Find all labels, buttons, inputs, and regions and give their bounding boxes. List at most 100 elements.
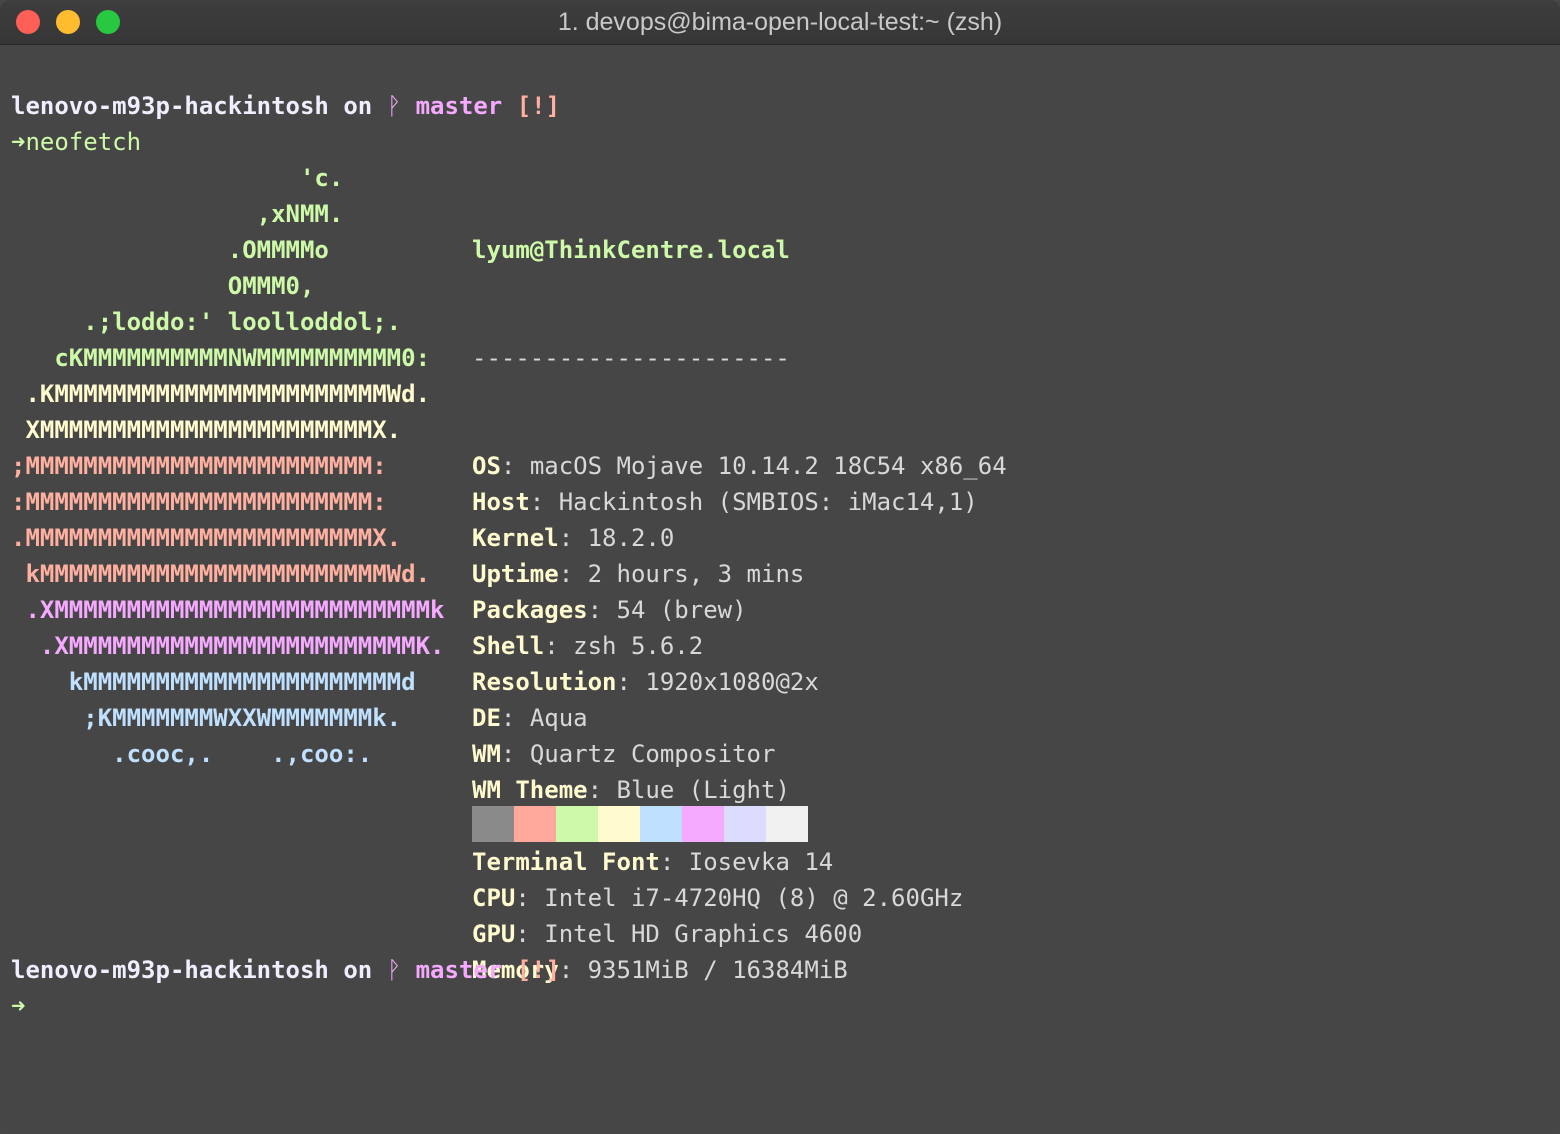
color-swatch bbox=[472, 806, 514, 842]
logo-line: :MMMMMMMMMMMMMMMMMMMMMMMM: bbox=[11, 488, 387, 516]
info-separator: : bbox=[558, 956, 588, 984]
prompt-header-2: lenovo-m93p-hackintosh on ᚹ master [!] bbox=[11, 952, 560, 988]
logo-line: kMMMMMMMMMMMMMMMMMMMMMMMMWd. bbox=[11, 560, 431, 588]
prompt-line-2: lenovo-m93p-hackintosh on ᚹ master [!] ➜ bbox=[11, 952, 560, 1024]
info-key: Resolution bbox=[472, 668, 617, 696]
window-title: 1. devops@bima-open-local-test:~ (zsh) bbox=[557, 8, 1003, 36]
info-row: WM Theme: Blue (Light) bbox=[472, 772, 1007, 808]
info-key: DE bbox=[472, 704, 501, 732]
info-userhost: lyum@ThinkCentre.local bbox=[472, 232, 1007, 268]
info-separator: : bbox=[544, 632, 574, 660]
command-line-2[interactable]: ➜ bbox=[11, 988, 560, 1024]
prompt-arrow-icon-2: ➜ bbox=[11, 992, 26, 1020]
color-swatch bbox=[724, 806, 766, 842]
info-value: Intel i7-4720HQ (8) @ 2.60GHz bbox=[544, 884, 964, 912]
info-separator: : bbox=[529, 488, 559, 516]
info-row: CPU: Intel i7-4720HQ (8) @ 2.60GHz bbox=[472, 880, 1007, 916]
prompt-header: lenovo-m93p-hackintosh on ᚹ master [!] bbox=[11, 88, 560, 124]
logo-line: .KMMMMMMMMMMMMMMMMMMMMMMMWd. bbox=[11, 380, 431, 408]
prompt-host: lenovo-m93p-hackintosh bbox=[11, 92, 329, 120]
logo-line: OMMM0, bbox=[11, 272, 315, 300]
terminal-window[interactable]: 1. devops@bima-open-local-test:~ (zsh) l… bbox=[0, 0, 1560, 1134]
info-separator: : bbox=[659, 848, 689, 876]
info-key: WM Theme bbox=[472, 776, 588, 804]
info-row: Host: Hackintosh (SMBIOS: iMac14,1) bbox=[472, 484, 1007, 520]
info-value: macOS Mojave 10.14.2 18C54 x86_64 bbox=[529, 452, 1007, 480]
info-key: GPU bbox=[472, 920, 516, 948]
info-row: Terminal Font: Iosevka 14 bbox=[472, 844, 1007, 880]
info-row: Resolution: 1920x1080@2x bbox=[472, 664, 1007, 700]
userhost-text: lyum@ThinkCentre.local bbox=[472, 236, 790, 264]
logo-line: .MMMMMMMMMMMMMMMMMMMMMMMMX. bbox=[11, 524, 402, 552]
info-separator: : bbox=[558, 560, 588, 588]
info-key: Shell bbox=[472, 632, 545, 660]
info-key: Uptime bbox=[472, 560, 559, 588]
info-key: WM bbox=[472, 740, 501, 768]
logo-line: .XMMMMMMMMMMMMMMMMMMMMMMMMMMk bbox=[11, 596, 445, 624]
info-separator: : bbox=[616, 668, 646, 696]
logo-line: ,xNMM. bbox=[11, 200, 344, 228]
info-value: zsh 5.6.2 bbox=[573, 632, 704, 660]
info-row: Uptime: 2 hours, 3 mins bbox=[472, 556, 1007, 592]
logo-line: .XMMMMMMMMMMMMMMMMMMMMMMMMK. bbox=[11, 632, 445, 660]
info-separator: : bbox=[500, 452, 530, 480]
info-value: 9351MiB / 16384MiB bbox=[587, 956, 848, 984]
info-row: WM: Quartz Compositor bbox=[472, 736, 1007, 772]
info-value: 54 (brew) bbox=[616, 596, 747, 624]
git-branch-icon-2: ᚹ bbox=[386, 956, 402, 984]
info-key: Packages bbox=[472, 596, 588, 624]
logo-line: cKMMMMMMMMMMNWMMMMMMMMMM0: bbox=[11, 344, 431, 372]
info-value: Blue (Light) bbox=[616, 776, 790, 804]
info-value: Intel HD Graphics 4600 bbox=[544, 920, 863, 948]
info-row: Packages: 54 (brew) bbox=[472, 592, 1007, 628]
info-key: OS bbox=[472, 452, 501, 480]
info-value: 18.2.0 bbox=[587, 524, 675, 552]
prompt-status: [!] bbox=[516, 92, 561, 120]
info-separator: : bbox=[515, 920, 545, 948]
info-separator: : bbox=[500, 704, 530, 732]
color-swatch bbox=[514, 806, 556, 842]
color-swatch bbox=[556, 806, 598, 842]
logo-line: ;KMMMMMMMWXXWMMMMMMMk. bbox=[11, 704, 402, 732]
prompt-arrow-icon: ➜ bbox=[11, 128, 26, 156]
info-value: Aqua bbox=[529, 704, 588, 732]
info-separator: : bbox=[587, 776, 617, 804]
color-palette bbox=[472, 806, 808, 842]
info-dashes: ---------------------- bbox=[472, 340, 1007, 376]
prompt-branch: master bbox=[415, 92, 503, 120]
prompt-on-2: on bbox=[343, 956, 373, 984]
prompt-status-2: [!] bbox=[516, 956, 561, 984]
info-separator: : bbox=[587, 596, 617, 624]
color-swatch bbox=[682, 806, 724, 842]
prompt-line-1: lenovo-m93p-hackintosh on ᚹ master [!] ➜… bbox=[11, 88, 560, 160]
info-row: DE: Aqua bbox=[472, 700, 1007, 736]
prompt-host-2: lenovo-m93p-hackintosh bbox=[11, 956, 329, 984]
info-key: Terminal Font bbox=[472, 848, 660, 876]
logo-line: ;MMMMMMMMMMMMMMMMMMMMMMMM: bbox=[11, 452, 387, 480]
dashes-text: ---------------------- bbox=[472, 344, 790, 372]
logo-line: .;loddo:' loolloddol;. bbox=[11, 308, 402, 336]
info-separator: : bbox=[558, 524, 588, 552]
logo-line: XMMMMMMMMMMMMMMMMMMMMMMMX. bbox=[11, 416, 402, 444]
info-value: 2 hours, 3 mins bbox=[587, 560, 805, 588]
logo-line: .cooc,. .,coo:. bbox=[11, 740, 373, 768]
color-swatch bbox=[598, 806, 640, 842]
prompt-branch-2: master bbox=[415, 956, 503, 984]
color-swatch bbox=[640, 806, 682, 842]
info-separator: : bbox=[500, 740, 530, 768]
command-text: neofetch bbox=[25, 128, 142, 156]
info-value: Hackintosh (SMBIOS: iMac14,1) bbox=[558, 488, 978, 516]
apple-ascii-logo: 'c. ,xNMM. .OMMMMo OMMM0, .;loddo:' lool… bbox=[11, 160, 444, 772]
info-row: GPU: Intel HD Graphics 4600 bbox=[472, 916, 1007, 952]
logo-line: kMMMMMMMMMMMMMMMMMMMMMMd bbox=[11, 668, 416, 696]
info-row: Kernel: 18.2.0 bbox=[472, 520, 1007, 556]
info-row: OS: macOS Mojave 10.14.2 18C54 x86_64 bbox=[472, 448, 1007, 484]
prompt-on: on bbox=[343, 92, 373, 120]
title-bar[interactable]: 1. devops@bima-open-local-test:~ (zsh) bbox=[0, 0, 1560, 45]
color-swatch bbox=[766, 806, 808, 842]
command-line: ➜neofetch bbox=[11, 124, 560, 160]
info-key: CPU bbox=[472, 884, 516, 912]
info-row: Shell: zsh 5.6.2 bbox=[472, 628, 1007, 664]
logo-line: .OMMMMo bbox=[11, 236, 329, 264]
info-value: Iosevka 14 bbox=[688, 848, 834, 876]
